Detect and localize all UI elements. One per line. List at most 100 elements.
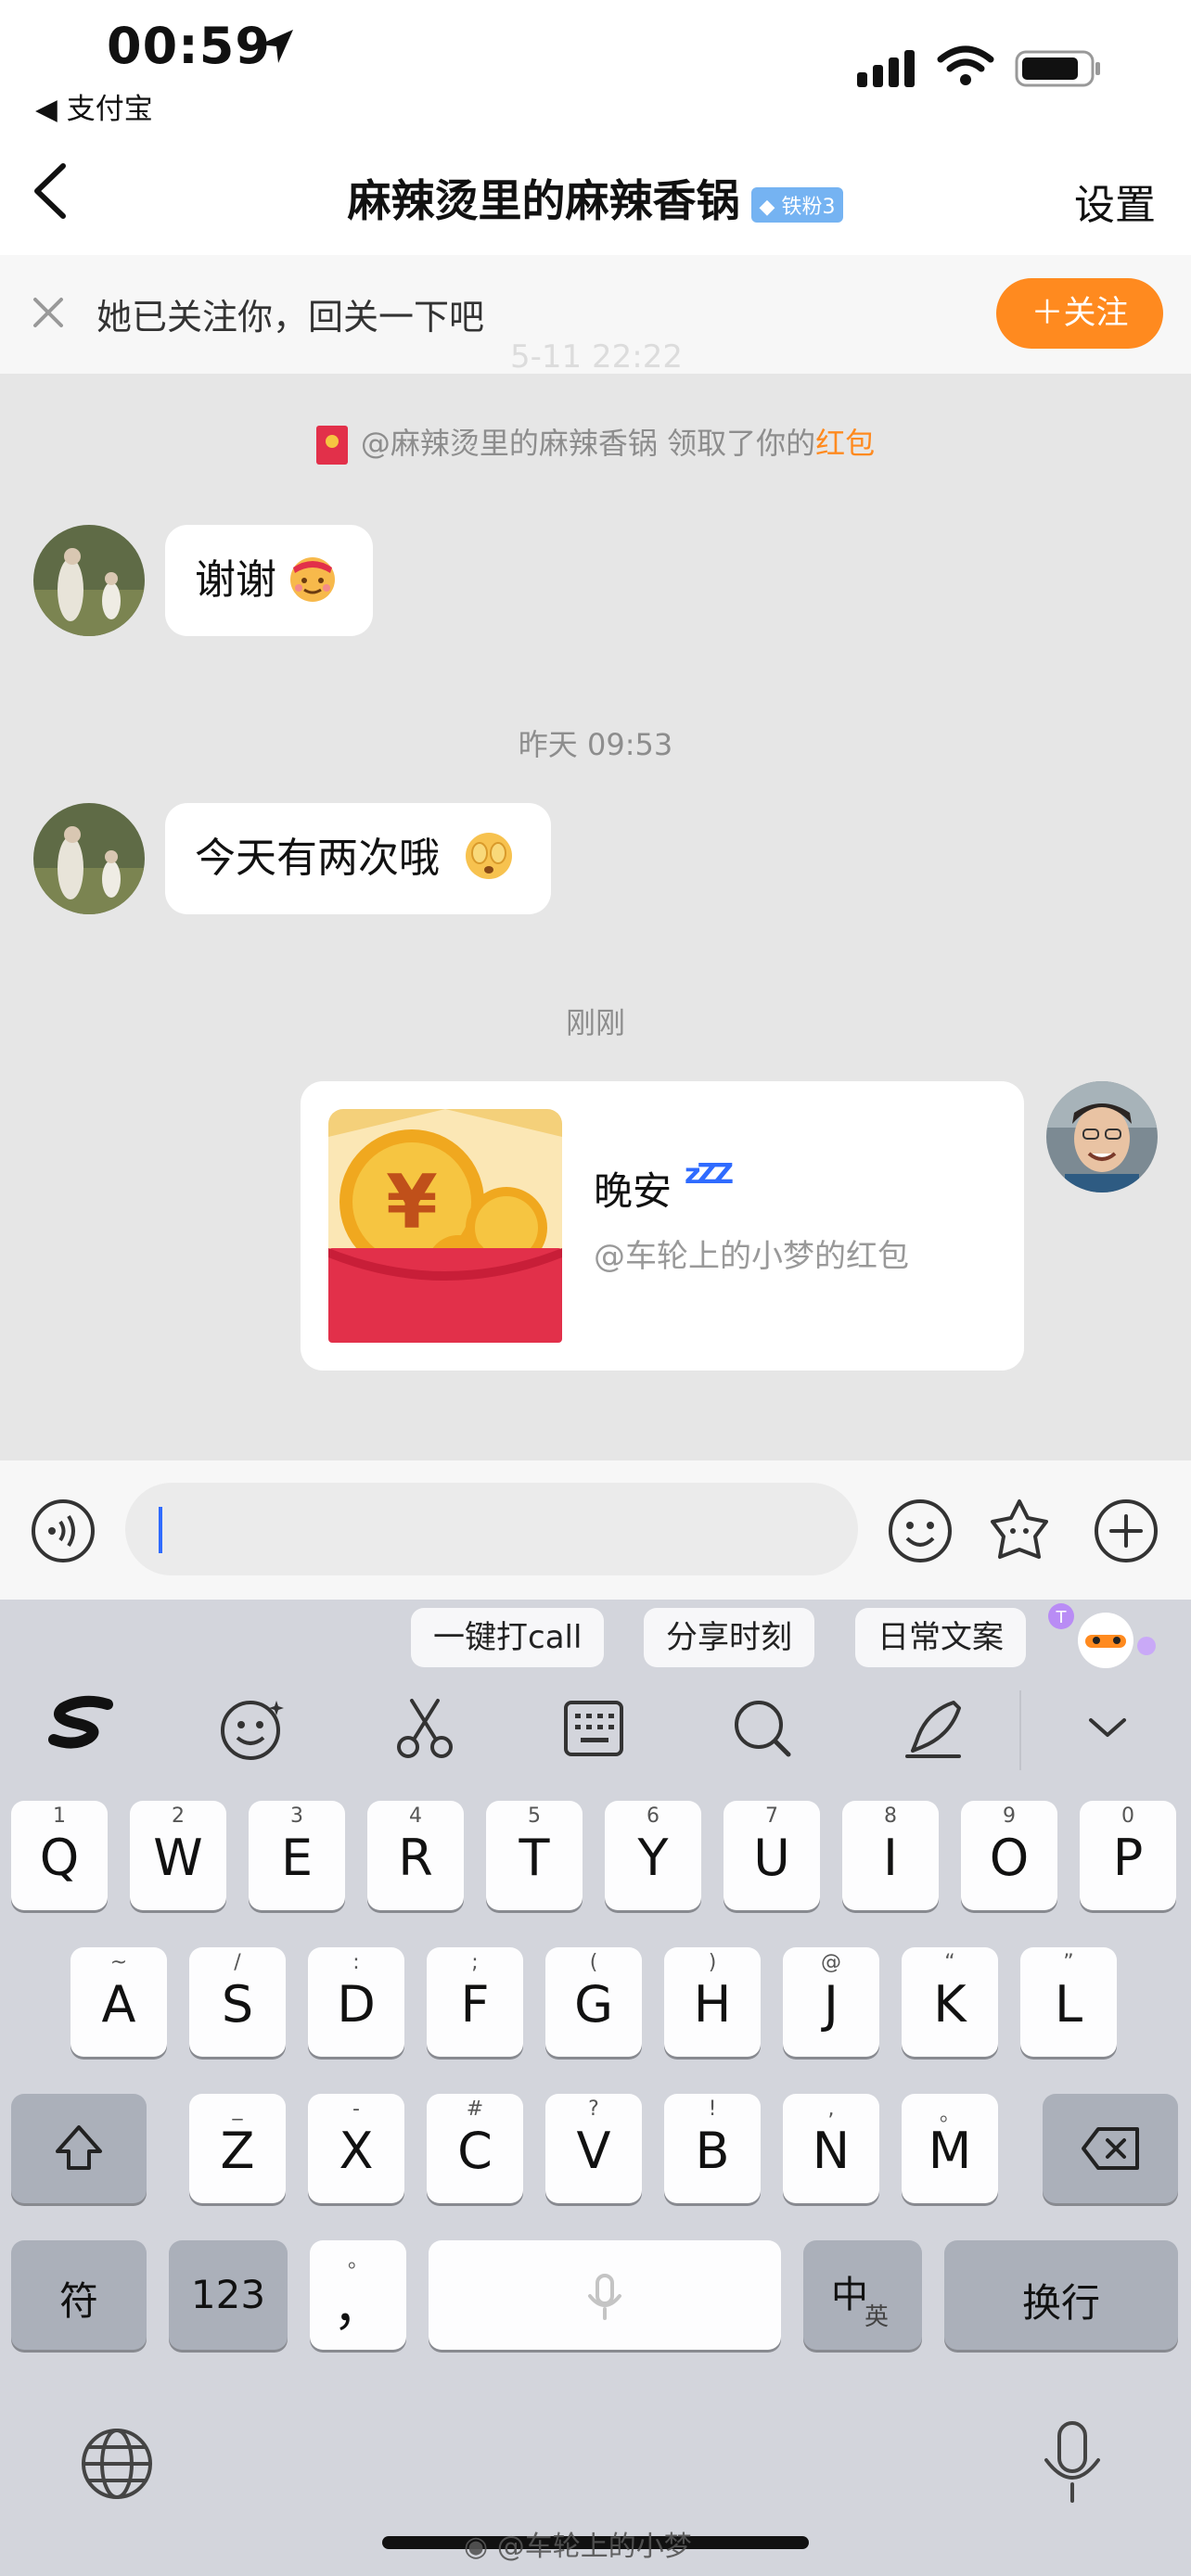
key-label: 符 [58, 2278, 98, 2324]
sticker-icon[interactable] [985, 1496, 1054, 1564]
globe-icon[interactable] [78, 2425, 156, 2503]
symbol-key[interactable]: 符 [11, 2240, 147, 2350]
svg-text:T: T [1056, 1608, 1068, 1627]
key-w[interactable]: 2W [130, 1801, 226, 1910]
red-packet-notice: @麻辣烫里的麻辣香锅 领取了你的红包 [0, 420, 1191, 465]
dictation-microphone-icon[interactable] [1037, 2419, 1108, 2505]
my-avatar[interactable] [1046, 1081, 1158, 1192]
key-e[interactable]: 3E [249, 1801, 345, 1910]
numbers-key[interactable]: 123 [169, 2240, 288, 2350]
key-b[interactable]: ! B [664, 2094, 761, 2203]
key-label: U [753, 1829, 790, 1887]
key-q[interactable]: 1Q [11, 1801, 108, 1910]
message-input[interactable] [125, 1483, 858, 1575]
emoji-keyboard-icon[interactable] [219, 1695, 286, 1762]
red-packet-image: ¥ [328, 1109, 562, 1343]
comma-key[interactable]: 。， [310, 2240, 406, 2350]
key-s[interactable]: / S [189, 1947, 286, 2057]
key-t[interactable]: 5T [486, 1801, 583, 1910]
key-d[interactable]: :D [308, 1947, 404, 2057]
key-hint: # [466, 2098, 484, 2121]
key-k[interactable]: “K [902, 1947, 998, 2057]
key-o[interactable]: 9O [961, 1801, 1057, 1910]
key-label: T [519, 1829, 550, 1887]
message-bubble[interactable]: 谢谢 [165, 525, 373, 636]
notice-text: @麻辣烫里的麻辣香锅 领取了你的 [360, 426, 816, 461]
settings-button[interactable]: 设置 [1074, 172, 1156, 231]
plus-icon[interactable] [1093, 1498, 1159, 1564]
key-label: N [812, 2122, 851, 2180]
suggestion-chip[interactable]: 一键打call [411, 1608, 605, 1667]
key-l[interactable]: ” L [1020, 1947, 1117, 2057]
red-packet-icon [315, 426, 348, 465]
key-hint: : [352, 1951, 360, 1974]
suggestion-chip[interactable]: 日常文案 [855, 1608, 1026, 1667]
avatar[interactable] [33, 803, 145, 914]
backspace-key[interactable] [1043, 2094, 1178, 2203]
key-h[interactable]: ) H [664, 1947, 761, 2057]
key-a[interactable]: ~ A [70, 1947, 167, 2057]
key-g[interactable]: (G [545, 1947, 642, 2057]
diamond-icon: ◆ [759, 195, 775, 219]
scissors-icon[interactable] [391, 1695, 458, 1762]
voice-input-icon[interactable] [30, 1498, 96, 1564]
key-r[interactable]: 4R [367, 1801, 464, 1910]
keyboard-icon[interactable] [560, 1695, 627, 1762]
key-v[interactable]: ? V [545, 2094, 642, 2203]
space-key[interactable] [429, 2240, 781, 2350]
key-hint: ; [471, 1951, 479, 1974]
key-n[interactable]: ,N [783, 2094, 879, 2203]
avatar[interactable] [33, 525, 145, 636]
watermark-text: @车轮上的小梦 [496, 2531, 692, 2563]
key-label: 中 [831, 2274, 868, 2316]
search-icon[interactable] [729, 1695, 796, 1762]
assistant-mascot-icon[interactable]: T [1044, 1600, 1165, 1674]
sogou-logo-icon[interactable] [46, 1695, 121, 1751]
key-hint: 9 [1003, 1804, 1016, 1828]
back-to-app-link[interactable]: ◀ 支付宝 [35, 85, 153, 127]
key-hint: 8 [884, 1804, 897, 1828]
shift-icon [52, 2122, 106, 2175]
suggestion-chip[interactable]: 分享时刻 [644, 1608, 814, 1667]
text-cursor [159, 1507, 162, 1553]
chevron-down-icon[interactable] [1082, 1702, 1133, 1753]
timestamp: 刚刚 [565, 1005, 625, 1040]
toolbar-divider [1019, 1690, 1021, 1770]
key-label: I [883, 1829, 898, 1887]
emoji-icon[interactable] [887, 1498, 954, 1564]
key-c[interactable]: # C [427, 2094, 523, 2203]
key-label: G [574, 1975, 613, 2034]
key-z[interactable]: _ Z [189, 2094, 286, 2203]
follow-button[interactable]: ＋关注 [996, 278, 1163, 349]
key-hint: 6 [647, 1804, 660, 1828]
key-hint: ) [708, 1951, 717, 1974]
key-i[interactable]: 8I [842, 1801, 939, 1910]
top-bar: 00:59 ◀ 支付宝 麻辣烫里的麻辣香锅 ◆ 铁粉3 设置 [0, 0, 1191, 255]
key-label: L [1054, 1975, 1083, 2034]
red-packet-card[interactable]: ¥ 晚安 zZZ @车轮上的小梦的红包 [301, 1081, 1024, 1371]
key-hint: / [234, 1951, 241, 1974]
key-y[interactable]: 6Y [605, 1801, 701, 1910]
key-j[interactable]: @ J [783, 1947, 879, 2057]
close-icon[interactable] [28, 292, 69, 333]
enter-key[interactable]: 换行 [944, 2240, 1178, 2350]
key-hint: 1 [53, 1804, 66, 1828]
key-label: P [1112, 1829, 1144, 1887]
message-bubble[interactable]: 今天有两次哦 [165, 803, 551, 914]
key-u[interactable]: 7U [724, 1801, 820, 1910]
key-f[interactable]: ; F [427, 1947, 523, 2057]
key-label: A [101, 1975, 136, 2034]
key-p[interactable]: 0P [1080, 1801, 1176, 1910]
shift-key[interactable] [11, 2094, 147, 2203]
key-label: C [457, 2122, 493, 2180]
notice-red-packet-link[interactable]: 红包 [815, 426, 875, 461]
pen-icon[interactable] [900, 1695, 967, 1762]
key-label: V [576, 2122, 611, 2180]
chat-area: @麻辣烫里的麻辣香锅 领取了你的红包 谢谢 昨天 09:53 今天有两次哦 刚刚… [0, 374, 1191, 1460]
language-switch-key[interactable]: 中 英 [803, 2240, 922, 2350]
follow-back-bar: 她已关注你，回关一下吧 5-11 22:22 ＋关注 [0, 255, 1191, 376]
key-hint: ( [589, 1951, 598, 1974]
key-label: S [221, 1975, 254, 2034]
key-m[interactable]: 。 M [902, 2094, 998, 2203]
key-x[interactable]: -X [308, 2094, 404, 2203]
